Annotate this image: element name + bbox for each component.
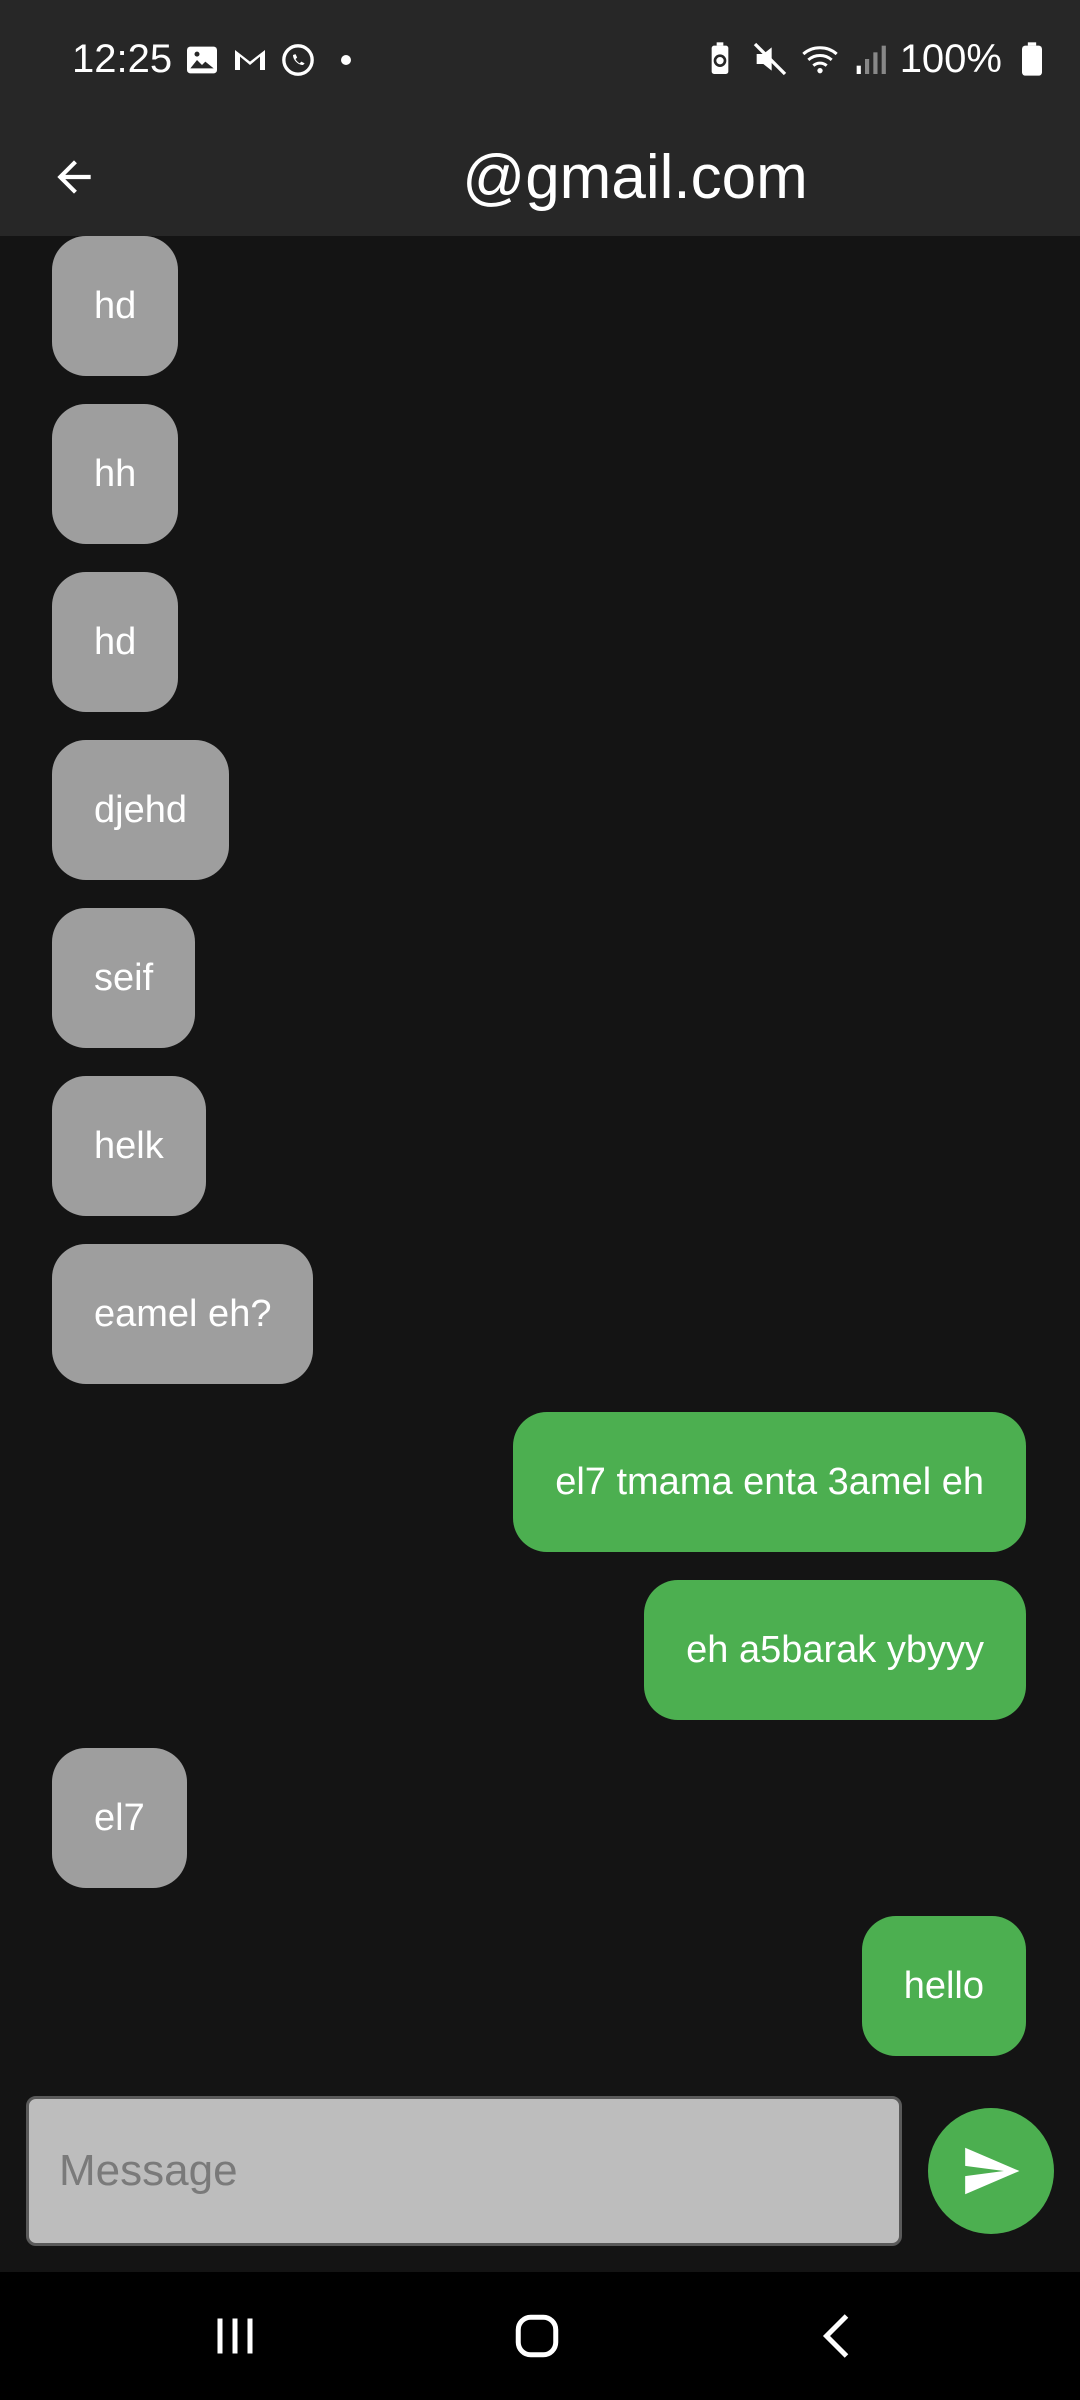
wifi-icon: [802, 46, 838, 74]
message-bubble-received: hd: [52, 236, 179, 376]
whatsapp-icon: [282, 44, 314, 76]
system-nav-bar: [0, 2272, 1080, 2400]
home-button[interactable]: [482, 2296, 592, 2376]
status-notification-icons: [182, 40, 366, 80]
arrow-back-icon: [57, 160, 91, 194]
app-bar: @gmail.com: [0, 118, 1080, 236]
recents-icon: [217, 2318, 253, 2354]
message-bubble-received: hd: [52, 572, 179, 712]
message-bubble-sent: eh a5barak ybyyy: [644, 1580, 1026, 1720]
message-composer: [0, 2088, 1080, 2272]
battery-icon: [1022, 42, 1042, 76]
status-time: 12:25: [72, 37, 173, 81]
battery-percent: 100%: [899, 37, 1002, 81]
message-input[interactable]: [26, 2096, 902, 2246]
message-bubble-received: el7: [52, 1748, 187, 1888]
message-bubble-received: hh: [52, 404, 179, 544]
battery-saver-icon: [711, 42, 729, 74]
chat-screen: 12:25 100% @gmail.com hd hh hd djehd sei…: [0, 0, 1080, 2400]
message-bubble-received: helk: [52, 1076, 206, 1216]
message-bubble-received: djehd: [52, 740, 229, 880]
send-button[interactable]: [928, 2108, 1054, 2234]
gmail-icon: [235, 50, 265, 70]
message-bubble-sent: hello: [861, 1916, 1026, 2056]
message-list[interactable]: hd hh hd djehd seif helk eamel eh? el7 t…: [0, 236, 1080, 2088]
mute-icon: [753, 42, 786, 76]
back-nav-icon: [822, 2314, 849, 2358]
send-icon: [965, 2147, 1020, 2195]
nav-back-button[interactable]: [784, 2296, 894, 2376]
home-icon: [515, 2314, 559, 2358]
message-bubble-received: eamel eh?: [52, 1244, 314, 1384]
status-system-icons: 100%: [700, 34, 1052, 84]
recents-button[interactable]: [180, 2296, 290, 2376]
back-button[interactable]: [36, 132, 112, 222]
status-bar: 12:25 100%: [0, 0, 1080, 118]
chat-title: @gmail.com: [462, 142, 808, 212]
message-bubble-sent: el7 tmama enta 3amel eh: [513, 1412, 1026, 1552]
notification-dot-icon: [341, 55, 351, 65]
message-bubble-received: seif: [52, 908, 196, 1048]
gallery-icon: [187, 46, 217, 74]
signal-icon: [856, 45, 886, 74]
